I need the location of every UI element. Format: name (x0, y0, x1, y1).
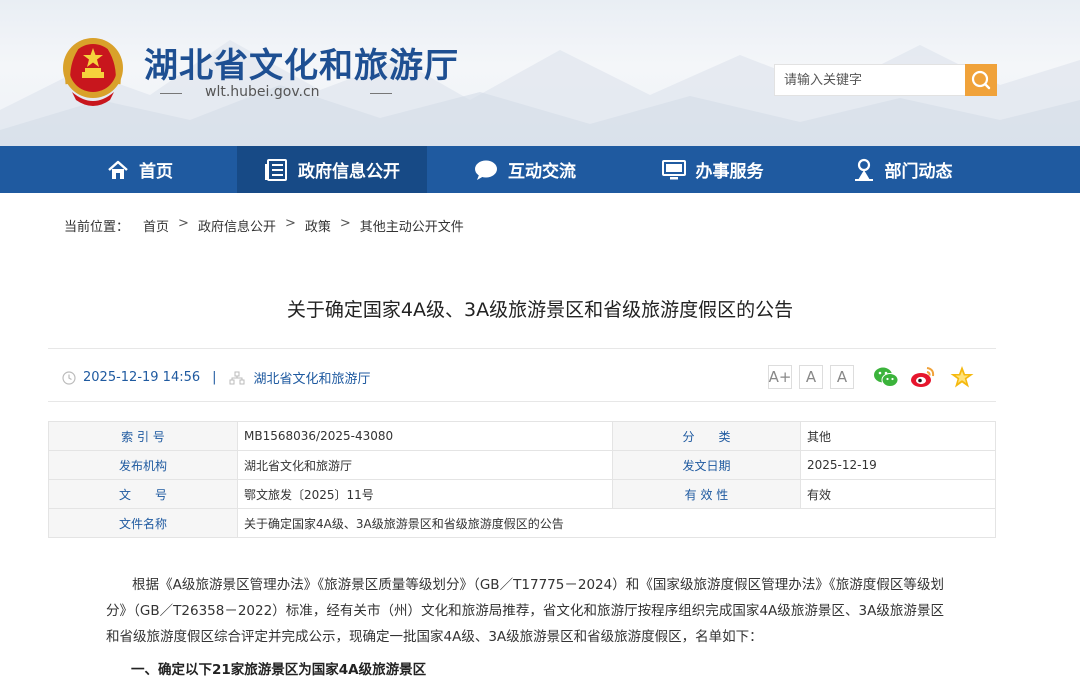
nav-item-dept-news[interactable]: 部门动态 (840, 146, 965, 193)
divider-line (370, 93, 392, 94)
nav-item-home[interactable]: 首页 (90, 146, 190, 193)
publish-datetime: 2025-12-19 14:56 (83, 370, 201, 385)
font-decrease-button[interactable]: A (830, 365, 854, 389)
search-icon (971, 70, 991, 90)
article-paragraph: 根据《A级旅游景区管理办法》《旅游景区质量等级划分》（GB／T17775－202… (106, 577, 944, 645)
search-box (774, 64, 997, 96)
document-number-value: 鄂文旅发〔2025〕11号 (237, 479, 613, 509)
national-emblem-icon (63, 38, 123, 106)
publisher-label: 发布机构 (48, 450, 238, 480)
font-increase-button[interactable]: A+ (768, 365, 792, 389)
breadcrumb-separator: > (339, 216, 351, 231)
nav-label: 部门动态 (884, 162, 953, 182)
breadcrumb-item-home[interactable]: 首页 (143, 216, 169, 235)
divider-line (160, 93, 182, 94)
index-number-value: MB1568036/2025-43080 (237, 421, 613, 451)
breadcrumb-label: 当前位置： (64, 220, 130, 235)
breadcrumb: 当前位置： 首页 > 政府信息公开 > 政策 > 其他主动公开文件 (64, 216, 464, 235)
breadcrumb-item-policy[interactable]: 政策 (305, 216, 331, 235)
table-row: 文 号 鄂文旅发〔2025〕11号 有 效 性 有效 (48, 479, 996, 509)
chat-bubble-icon (475, 160, 497, 180)
document-number-label: 文 号 (48, 479, 238, 509)
home-icon (108, 160, 128, 179)
publisher-value: 湖北省文化和旅游厅 (237, 450, 613, 480)
site-domain: wlt.hubei.gov.cn (205, 84, 320, 100)
site-title: 湖北省文化和旅游厅 (144, 46, 459, 86)
category-label: 分 类 (612, 421, 801, 451)
wechat-share-icon[interactable] (873, 365, 899, 389)
document-meta-table: 索 引 号 MB1568036/2025-43080 分 类 其他 发布机构 湖… (48, 421, 996, 538)
breadcrumb-item-other-files[interactable]: 其他主动公开文件 (360, 216, 464, 235)
nav-item-services[interactable]: 办事服务 (650, 146, 775, 193)
main-nav: 首页 政府信息公开 互动交流 办事服务 部门动态 (0, 146, 1080, 193)
nav-label: 办事服务 (695, 162, 764, 182)
monitor-icon (661, 159, 686, 179)
nav-label: 互动交流 (508, 162, 576, 182)
section-heading: 一、确定以下21家旅游景区为国家4A级旅游景区 (131, 662, 427, 678)
file-name-value: 关于确定国家4A级、3A级旅游景区和省级旅游度假区的公告 (237, 508, 996, 538)
favorite-star-icon[interactable] (949, 365, 975, 389)
table-row: 发布机构 湖北省文化和旅游厅 发文日期 2025-12-19 (48, 450, 996, 480)
index-number-label: 索 引 号 (48, 421, 238, 451)
nav-item-interaction[interactable]: 互动交流 (460, 146, 590, 193)
file-name-label: 文件名称 (48, 508, 238, 538)
validity-label: 有 效 性 (612, 479, 801, 509)
table-row: 索 引 号 MB1568036/2025-43080 分 类 其他 (48, 421, 996, 451)
table-row: 文件名称 关于确定国家4A级、3A级旅游景区和省级旅游度假区的公告 (48, 508, 996, 538)
category-value: 其他 (800, 421, 996, 451)
site-header: 湖北省文化和旅游厅 wlt.hubei.gov.cn (0, 0, 1080, 146)
issue-date-value: 2025-12-19 (800, 450, 996, 480)
breadcrumb-separator: > (178, 216, 189, 231)
nav-label: 政府信息公开 (298, 162, 400, 182)
document-list-icon (265, 158, 287, 181)
validity-value: 有效 (800, 479, 996, 509)
font-default-button[interactable]: A (799, 365, 823, 389)
weibo-share-icon[interactable] (910, 365, 936, 389)
organization-icon (229, 371, 245, 384)
article-title: 关于确定国家4A级、3A级旅游景区和省级旅游度假区的公告 (286, 299, 794, 321)
nav-item-gov-info[interactable]: 政府信息公开 (237, 146, 427, 193)
search-input[interactable] (775, 65, 965, 95)
breadcrumb-item-gov-info[interactable]: 政府信息公开 (198, 216, 276, 235)
breadcrumb-separator: > (284, 216, 296, 231)
clock-icon (62, 370, 76, 385)
person-pin-icon (854, 158, 873, 181)
issue-date-label: 发文日期 (612, 450, 801, 480)
article-info-bar: 2025-12-19 14:56 | 湖北省文化和旅游厅 A+ A A (48, 348, 996, 402)
search-button[interactable] (965, 64, 997, 96)
nav-label: 首页 (139, 162, 173, 182)
article-source: 湖北省文化和旅游厅 (253, 372, 371, 387)
